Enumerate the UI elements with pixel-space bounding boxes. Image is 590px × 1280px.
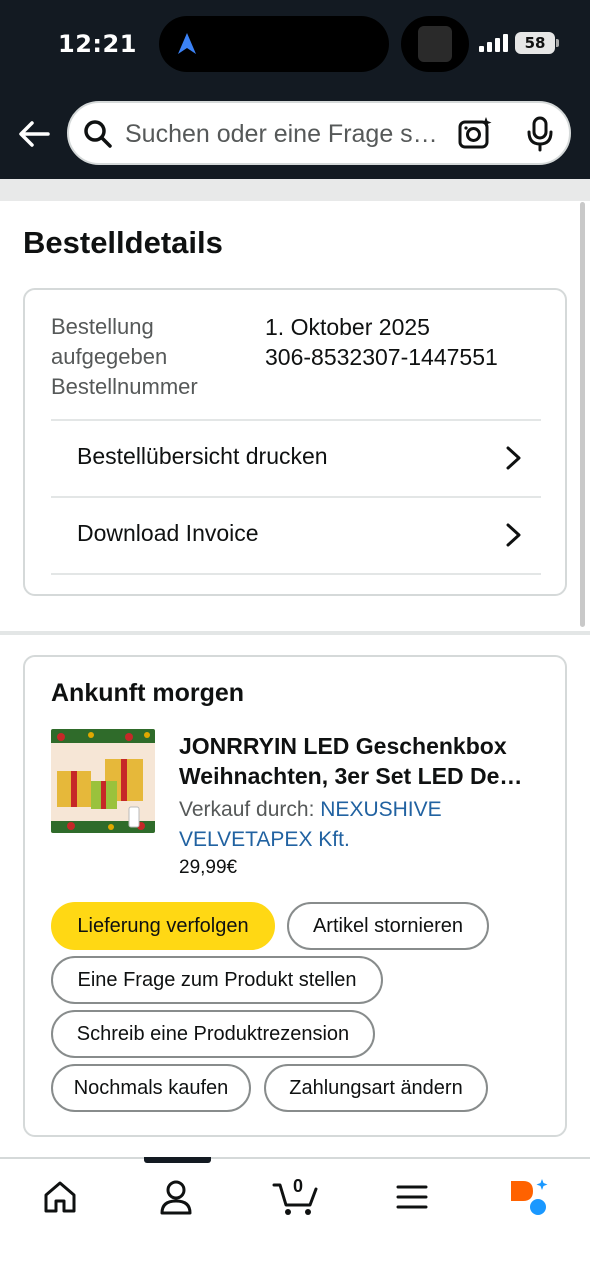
chevron-right-icon <box>506 446 521 470</box>
header-separator <box>0 179 590 201</box>
back-arrow-icon[interactable] <box>14 114 54 154</box>
seller-link-line-2[interactable]: VELVETAPEX Kft. <box>179 828 350 851</box>
album-art-icon <box>418 26 452 62</box>
home-icon[interactable] <box>40 1177 80 1217</box>
buy-again-button[interactable]: Nochmals kaufen <box>51 1064 251 1112</box>
ask-product-question-button[interactable]: Eine Frage zum Produkt stellen <box>51 956 383 1004</box>
top-header: 12:21 58 Suchen oder eine Frage s… <box>0 0 590 179</box>
cancel-item-button[interactable]: Artikel stornieren <box>287 902 489 950</box>
product-price: 29,99€ <box>179 857 238 878</box>
sold-by-label: Verkauf durch: <box>179 798 315 821</box>
active-tab-indicator <box>144 1157 211 1163</box>
order-meta-labels: Bestellung aufgegeben Bestellnummer <box>51 312 198 402</box>
order-meta-values: 1. Oktober 2025 306-8532307-1447551 <box>265 312 498 372</box>
page-title: Bestelldetails <box>23 225 223 260</box>
product-title-line-2: Weihnachten, 3er Set LED De… <box>179 763 523 789</box>
download-invoice-row[interactable]: Download Invoice <box>51 496 541 573</box>
order-number-label: Bestellnummer <box>51 374 198 399</box>
arrival-status: Ankunft morgen <box>51 679 245 707</box>
battery-icon: 58 <box>515 32 555 54</box>
main-content: Bestelldetails Bestellung aufgegeben Bes… <box>0 201 590 1157</box>
signal-icon <box>479 34 508 52</box>
track-package-button[interactable]: Lieferung verfolgen <box>51 902 275 950</box>
product-title-line-1: JONRRYIN LED Geschenkbox <box>179 733 507 759</box>
microphone-icon[interactable] <box>525 116 555 152</box>
scrollbar[interactable] <box>580 202 585 627</box>
change-payment-button[interactable]: Zahlungsart ändern <box>264 1064 488 1112</box>
row-divider <box>51 573 541 575</box>
seller-info: Verkauf durch: NEXUSHIVE VELVETAPEX Kft. <box>179 795 549 855</box>
print-order-summary-row[interactable]: Bestellübersicht drucken <box>51 419 541 496</box>
product-image[interactable] <box>51 729 155 833</box>
camera-lens-icon[interactable] <box>457 116 493 152</box>
section-divider <box>0 631 590 635</box>
dynamic-island <box>159 16 389 72</box>
product-title[interactable]: JONRRYIN LED Geschenkbox Weihnachten, 3e… <box>179 731 544 791</box>
bottom-navigation: 0 <box>0 1157 590 1280</box>
rufus-assistant-icon[interactable] <box>507 1177 551 1217</box>
order-summary-card: Bestellung aufgegeben Bestellnummer 1. O… <box>23 288 567 596</box>
shipment-card: Ankunft morgen JONRRYIN LED Geschenkbox … <box>23 655 567 1137</box>
cart-count: 0 <box>292 1176 303 1196</box>
write-review-button[interactable]: Schreib eine Produktrezension <box>51 1010 375 1058</box>
search-bar[interactable]: Suchen oder eine Frage s… <box>67 101 571 165</box>
chevron-right-icon <box>506 523 521 547</box>
print-order-summary-label: Bestellübersicht drucken <box>77 443 328 469</box>
order-date: 1. Oktober 2025 <box>265 314 430 340</box>
battery-tip <box>556 39 559 47</box>
status-time: 12:21 <box>58 30 137 58</box>
navigation-arrow-icon <box>178 33 196 54</box>
order-placed-label: Bestellung <box>51 314 154 339</box>
search-input[interactable]: Suchen oder eine Frage s… <box>125 120 445 149</box>
menu-icon[interactable] <box>392 1177 432 1217</box>
seller-link[interactable]: NEXUSHIVE <box>320 798 441 821</box>
search-icon <box>84 120 112 148</box>
account-icon[interactable] <box>156 1177 196 1217</box>
download-invoice-label: Download Invoice <box>77 520 259 546</box>
order-number: 306-8532307-1447551 <box>265 344 498 370</box>
order-placed-label-2: aufgegeben <box>51 344 168 369</box>
